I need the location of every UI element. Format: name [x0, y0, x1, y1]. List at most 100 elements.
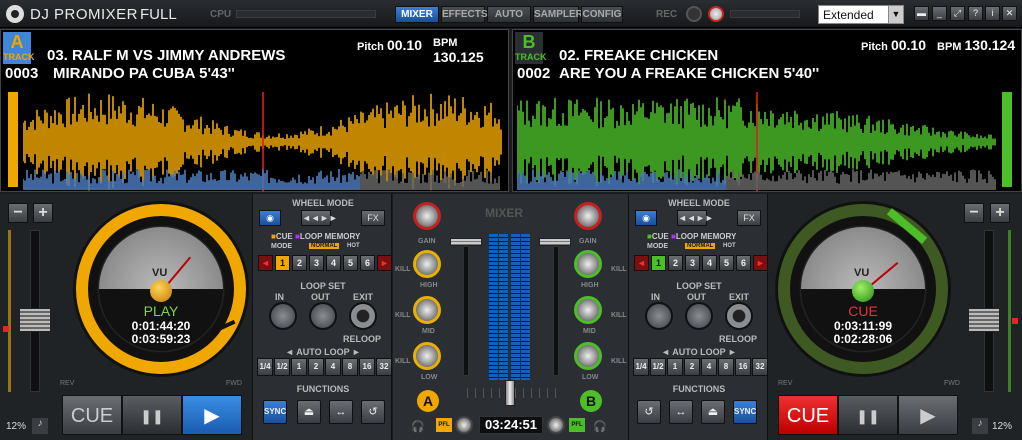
close-icon[interactable]: ✕: [1002, 6, 1017, 21]
deck-a-hot-mode[interactable]: HOT: [347, 243, 360, 249]
deck-b-loop-out-button[interactable]: [685, 302, 713, 330]
deck-a-loop-1[interactable]: 1: [291, 358, 307, 376]
deck-b-hotcue-3[interactable]: 3: [685, 255, 700, 271]
deck-a-volume-fader[interactable]: [463, 246, 469, 376]
deck-b-reverse-icon[interactable]: ↺: [637, 400, 661, 424]
deck-b-volume-handle[interactable]: [539, 238, 571, 246]
deck-b-hot-mode[interactable]: HOT: [723, 243, 736, 249]
deck-b-reloop-label[interactable]: RELOOP: [719, 334, 757, 344]
deck-b-keylock-icon[interactable]: ♪: [972, 418, 988, 434]
deck-b-kill-low[interactable]: KILL: [611, 358, 627, 365]
deck-b-hotcue-2[interactable]: 2: [668, 255, 683, 271]
deck-a-gain-knob[interactable]: [413, 202, 441, 230]
tab-auto[interactable]: AUTO: [487, 6, 531, 23]
deck-a-eject-icon[interactable]: ⏏: [297, 400, 321, 424]
deck-b-high-knob[interactable]: [574, 250, 602, 278]
deck-b-pitch-handle[interactable]: [968, 308, 1000, 332]
resize-icon[interactable]: ⤢: [950, 6, 965, 21]
deck-b-normal-mode[interactable]: NORMAL: [685, 243, 716, 249]
record-button[interactable]: [686, 6, 702, 22]
tab-effects[interactable]: EFFECTS: [441, 6, 488, 23]
deck-a-pitch-plus-button[interactable]: +: [33, 203, 53, 223]
deck-b-pfl-button[interactable]: PFL: [569, 418, 585, 432]
deck-b-hotcue-5[interactable]: 5: [719, 255, 734, 271]
deck-a-play-button[interactable]: ▶: [182, 395, 242, 435]
deck-b-kill-high[interactable]: KILL: [611, 266, 627, 273]
deck-a-sync-button[interactable]: SYNC: [263, 400, 287, 424]
deck-b-mid-knob[interactable]: [574, 296, 602, 324]
deck-b-headphones-icon[interactable]: 🎧: [593, 420, 607, 433]
deck-a-loop-8[interactable]: 8: [342, 358, 358, 376]
deck-a-seek-button[interactable]: ◄◄►►: [301, 210, 338, 226]
deck-b-loop-8[interactable]: 8: [718, 358, 734, 376]
deck-b-pause-button[interactable]: ❚❚: [838, 395, 898, 435]
tab-mixer[interactable]: MIXER: [395, 6, 439, 23]
minimize-icon[interactable]: _: [932, 6, 947, 21]
view-mode-label[interactable]: FULL: [140, 6, 177, 23]
deck-a-keylock-icon[interactable]: ♪: [32, 418, 48, 434]
deck-a-bend-icon[interactable]: ↔: [329, 400, 353, 424]
deck-a-hotcue-4[interactable]: 4: [326, 255, 341, 271]
deck-a-prev-cue[interactable]: ◄: [258, 255, 273, 271]
deck-b-loop-exit-button[interactable]: [725, 302, 753, 330]
deck-b-fx-button[interactable]: FX: [737, 210, 761, 226]
deck-a-pfl-button[interactable]: PFL: [436, 418, 452, 432]
cue-mix-knob[interactable]: [455, 416, 473, 434]
deck-a-reverse-icon[interactable]: ↺: [361, 400, 385, 424]
info-icon[interactable]: i: [985, 6, 1000, 21]
deck-a-hotcue-1[interactable]: 1: [275, 255, 290, 271]
deck-a-kill-high[interactable]: KILL: [395, 266, 411, 273]
deck-b-kill-mid[interactable]: KILL: [611, 312, 627, 319]
deck-a-overview[interactable]: [23, 160, 501, 190]
deck-b-loop-1-4[interactable]: 1/4: [633, 358, 649, 376]
record-settings-icon[interactable]: [708, 6, 724, 22]
deck-a-hotcue-2[interactable]: 2: [292, 255, 307, 271]
deck-a-normal-mode[interactable]: NORMAL: [309, 243, 340, 249]
deck-b-loop-16[interactable]: 16: [735, 358, 751, 376]
deck-a-loop-in-button[interactable]: [269, 302, 297, 330]
deck-b-prev-cue[interactable]: ◄: [634, 255, 649, 271]
deck-b-gain-knob[interactable]: [574, 202, 602, 230]
deck-b-loop-1-2[interactable]: 1/2: [650, 358, 666, 376]
deck-a-loop-16[interactable]: 16: [359, 358, 375, 376]
deck-a-pause-button[interactable]: ❚❚: [122, 395, 182, 435]
deck-b-jog-wheel[interactable]: VU CUE 0:03:11:99 0:02:28:06: [778, 204, 948, 374]
deck-a-fx-button[interactable]: FX: [361, 210, 385, 226]
deck-a-loop-4[interactable]: 4: [325, 358, 341, 376]
deck-a-mid-knob[interactable]: [413, 296, 441, 324]
keyboard-icon[interactable]: ▬: [914, 6, 929, 21]
tab-config[interactable]: CONFIG: [581, 6, 623, 23]
deck-b-eject-icon[interactable]: ⏏: [701, 400, 725, 424]
tab-sampler[interactable]: SAMPLER: [533, 6, 583, 23]
deck-b-pitch-minus-button[interactable]: −: [964, 203, 984, 223]
deck-b-bend-icon[interactable]: ↔: [669, 400, 693, 424]
deck-b-loop-4[interactable]: 4: [701, 358, 717, 376]
deck-b-next-cue[interactable]: ►: [753, 255, 768, 271]
deck-b-loop-1[interactable]: 1: [667, 358, 683, 376]
deck-b-overview[interactable]: [517, 160, 997, 190]
deck-a-loop-exit-button[interactable]: [349, 302, 377, 330]
deck-a-low-knob[interactable]: [413, 342, 441, 370]
deck-a-high-knob[interactable]: [413, 250, 441, 278]
deck-a-reloop-label[interactable]: RELOOP: [343, 334, 381, 344]
deck-a-loop-2[interactable]: 2: [308, 358, 324, 376]
deck-a-next-cue[interactable]: ►: [377, 255, 392, 271]
deck-a-loop-1-2[interactable]: 1/2: [274, 358, 290, 376]
deck-b-hotcue-4[interactable]: 4: [702, 255, 717, 271]
deck-b-loop-2[interactable]: 2: [684, 358, 700, 376]
deck-a-loop-1-4[interactable]: 1/4: [257, 358, 273, 376]
help-icon[interactable]: ?: [968, 6, 983, 21]
deck-a-vinyl-button[interactable]: ◉: [259, 210, 281, 226]
deck-b-pitch-plus-button[interactable]: +: [990, 203, 1010, 223]
deck-b-loop-32[interactable]: 32: [752, 358, 768, 376]
deck-b-sync-button[interactable]: SYNC: [733, 400, 757, 424]
deck-b-vinyl-button[interactable]: ◉: [635, 210, 657, 226]
deck-a-kill-mid[interactable]: KILL: [395, 312, 411, 319]
deck-a-headphones-icon[interactable]: 🎧: [411, 420, 425, 433]
deck-a-hotcue-6[interactable]: 6: [360, 255, 375, 271]
deck-a-pitch-handle[interactable]: [19, 308, 51, 332]
deck-b-seek-button[interactable]: ◄◄►►: [677, 210, 714, 226]
deck-a-kill-low[interactable]: KILL: [395, 358, 411, 365]
deck-a-loop-32[interactable]: 32: [376, 358, 392, 376]
deck-a-hotcue-5[interactable]: 5: [343, 255, 358, 271]
